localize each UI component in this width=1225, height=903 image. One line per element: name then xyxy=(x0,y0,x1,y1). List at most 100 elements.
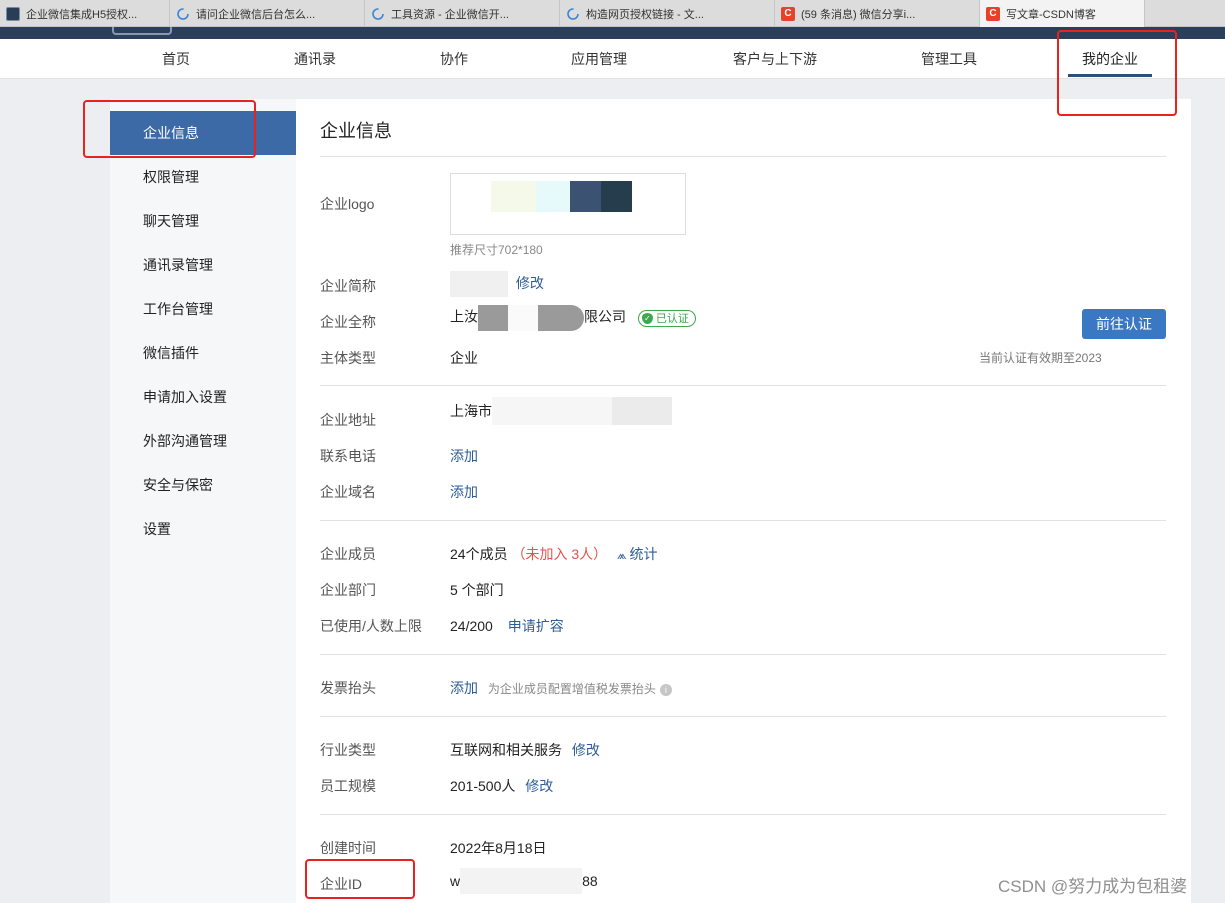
full-name-start: 上汝 xyxy=(450,308,478,325)
shield-check-icon: ✓ xyxy=(641,312,653,324)
invoice-value: 添加 为企业成员配置增值税发票抬头 i xyxy=(450,678,672,698)
redacted-corp-id xyxy=(460,868,583,894)
browser-tab-strip: 企业微信集成H5授权... 请问企业微信后台怎么... 工具资源 - 企业微信开… xyxy=(0,0,1225,27)
browser-tab[interactable]: C (59 条消息) 微信分享i... xyxy=(775,0,980,27)
logo-redacted-block xyxy=(536,181,570,212)
browser-tab[interactable]: 构造网页授权链接 - 文... xyxy=(560,0,775,27)
tab-title: 写文章-CSDN博客 xyxy=(1006,8,1096,21)
created-value: 2022年8月18日 xyxy=(450,840,547,856)
browser-tab[interactable]: 请问企业微信后台怎么... xyxy=(170,0,365,27)
sidebar-item-wechat-plugin[interactable]: 微信插件 xyxy=(110,331,296,375)
redacted-name xyxy=(538,305,584,331)
redacted-name xyxy=(508,305,538,331)
nav-admin-tools[interactable]: 管理工具 xyxy=(921,39,977,79)
sidebar-item-enterprise-info[interactable]: 企业信息 xyxy=(110,111,296,155)
full-name-end: 限公司 xyxy=(584,308,626,325)
departments-label: 企业部门 xyxy=(320,582,376,598)
tab-title: 企业微信集成H5授权... xyxy=(26,8,138,21)
logo-redacted-block xyxy=(601,181,632,212)
redacted-short-name xyxy=(450,271,508,297)
nav-app-management[interactable]: 应用管理 xyxy=(571,39,627,79)
logo-label: 企业logo xyxy=(320,196,375,212)
sidebar-item-workbench-management[interactable]: 工作台管理 xyxy=(110,287,296,331)
add-domain-link[interactable]: 添加 xyxy=(450,482,478,502)
sidebar-item-permissions[interactable]: 权限管理 xyxy=(110,155,296,199)
enterprise-info-panel: 企业信息 企业logo 推荐尺寸702*180 企业简称 修改 企业全称 上汝 限… xyxy=(296,99,1191,903)
page-title: 企业信息 xyxy=(320,121,392,141)
address-value: 上海市 xyxy=(450,397,672,425)
nav-customers[interactable]: 客户与上下游 xyxy=(733,39,817,79)
divider xyxy=(320,520,1166,521)
info-icon[interactable]: i xyxy=(659,684,672,696)
entity-type-label: 主体类型 xyxy=(320,350,376,366)
divider xyxy=(320,654,1166,655)
entity-type-value: 企业 xyxy=(450,350,478,366)
capacity-value: 24/200 申请扩容 xyxy=(450,616,564,636)
loop-icon xyxy=(176,7,190,21)
tab-title: (59 条消息) 微信分享i... xyxy=(801,8,916,21)
wecom-logo-icon xyxy=(112,27,172,35)
departments-value: 5 个部门 xyxy=(450,582,504,598)
redacted-address xyxy=(492,397,612,425)
add-phone-link[interactable]: 添加 xyxy=(450,446,478,466)
browser-tab[interactable]: 工具资源 - 企业微信开... xyxy=(365,0,560,27)
page-thumbnail-icon xyxy=(6,6,20,21)
edit-short-name-link[interactable]: 修改 xyxy=(516,275,544,291)
nav-collaboration[interactable]: 协作 xyxy=(440,39,468,79)
corp-id-value: w 88 xyxy=(450,868,598,894)
scale-text: 201-500人 xyxy=(450,778,516,794)
sidebar-item-external-communication[interactable]: 外部沟通管理 xyxy=(110,419,296,463)
sidebar-item-contacts-management[interactable]: 通讯录管理 xyxy=(110,243,296,287)
scale-label: 员工规模 xyxy=(320,778,376,794)
browser-tab-active[interactable]: C 写文章-CSDN博客 xyxy=(980,0,1145,27)
industry-label: 行业类型 xyxy=(320,742,376,758)
csdn-watermark: CSDN @努力成为包租婆 xyxy=(998,877,1188,896)
domain-label: 企业域名 xyxy=(320,484,376,500)
tab-title: 工具资源 - 企业微信开... xyxy=(391,8,509,21)
loop-icon xyxy=(371,7,385,21)
edit-scale-link[interactable]: 修改 xyxy=(525,778,553,794)
divider xyxy=(320,814,1166,815)
created-label: 创建时间 xyxy=(320,840,376,856)
nav-my-enterprise[interactable]: 我的企业 xyxy=(1068,39,1152,79)
members-label: 企业成员 xyxy=(320,546,376,562)
browser-tab[interactable]: 企业微信集成H5授权... xyxy=(0,0,170,27)
verified-badge: ✓ 已认证 xyxy=(637,309,696,327)
scale-value: 201-500人 修改 xyxy=(450,776,553,796)
corp-id-label: 企业ID xyxy=(320,876,362,892)
invoice-label: 发票抬头 xyxy=(320,680,376,696)
sidebar: 企业信息 权限管理 聊天管理 通讯录管理 工作台管理 微信插件 申请加入设置 外… xyxy=(110,99,296,903)
corp-id-end: 88 xyxy=(582,873,598,889)
sidebar-item-chat-management[interactable]: 聊天管理 xyxy=(110,199,296,243)
sidebar-item-security[interactable]: 安全与保密 xyxy=(110,463,296,507)
stats-link[interactable]: ⩕ 统计 xyxy=(617,546,657,562)
industry-text: 互联网和相关服务 xyxy=(450,742,562,758)
stats-text: 统计 xyxy=(629,546,658,562)
members-count: 24个成员 xyxy=(450,546,508,562)
tab-title: 构造网页授权链接 - 文... xyxy=(586,8,704,21)
redacted-name xyxy=(478,305,508,331)
nav-contacts[interactable]: 通讯录 xyxy=(294,39,336,79)
enterprise-logo-image[interactable] xyxy=(450,173,686,235)
csdn-icon: C xyxy=(781,6,795,21)
edit-industry-link[interactable]: 修改 xyxy=(572,742,600,758)
verified-text: 已认证 xyxy=(655,313,689,326)
sidebar-item-join-settings[interactable]: 申请加入设置 xyxy=(110,375,296,419)
redacted-address xyxy=(612,397,672,425)
corp-id-start: w xyxy=(450,873,461,889)
phone-label: 联系电话 xyxy=(320,448,376,464)
add-invoice-link[interactable]: 添加 xyxy=(450,680,478,696)
address-label: 企业地址 xyxy=(320,412,376,428)
top-navigation: 首页 通讯录 协作 应用管理 客户与上下游 管理工具 我的企业 xyxy=(0,39,1225,79)
brand-header xyxy=(0,27,1225,39)
capacity-label: 已使用/人数上限 xyxy=(320,618,422,634)
request-expansion-link[interactable]: 申请扩容 xyxy=(508,618,564,634)
full-name-value: 上汝 限公司 ✓ 已认证 xyxy=(450,305,696,331)
tab-title: 请问企业微信后台怎么... xyxy=(196,8,316,21)
sidebar-item-settings[interactable]: 设置 xyxy=(110,507,296,551)
capacity-count: 24/200 xyxy=(450,618,493,634)
short-name-label: 企业简称 xyxy=(320,278,376,294)
nav-home[interactable]: 首页 xyxy=(162,39,190,79)
go-verify-button[interactable]: 前往认证 xyxy=(1082,309,1166,339)
divider xyxy=(320,385,1166,386)
